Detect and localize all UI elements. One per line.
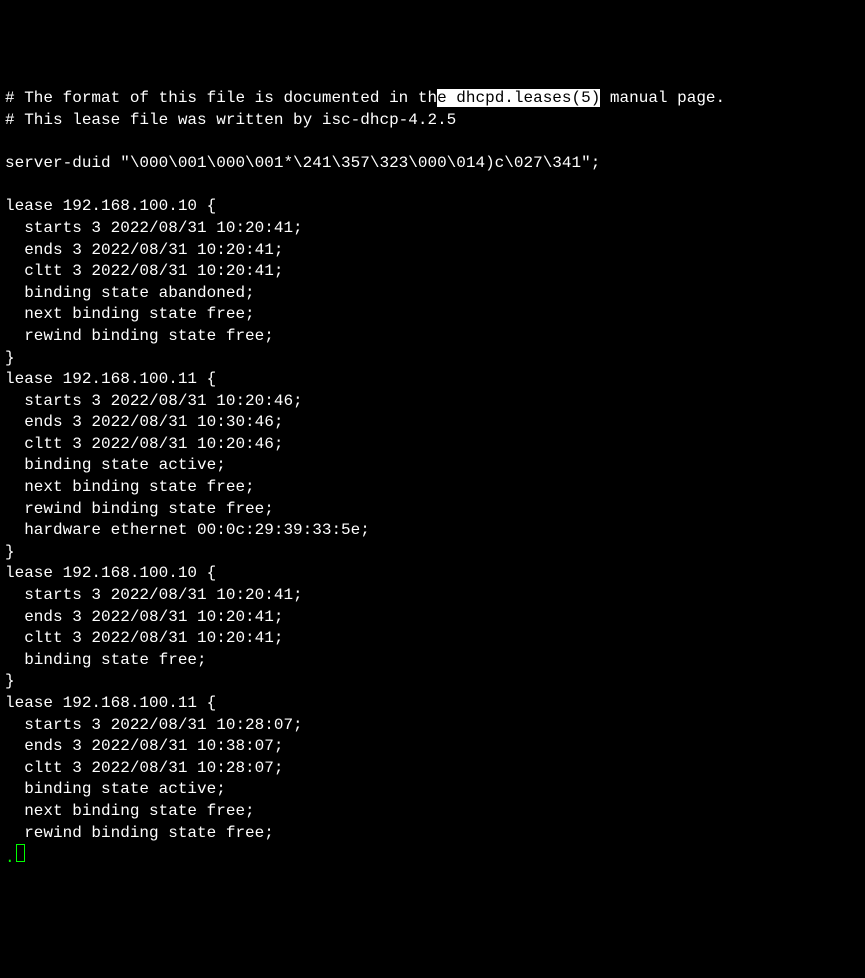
lease-block-header: lease 192.168.100.10 { [5,197,216,215]
selected-text: e dhcpd.leases(5) [437,89,600,107]
lease-cltt-line: cltt 3 2022/08/31 10:20:41; [5,262,283,280]
comment-line-1-suffix: manual page. [600,89,725,107]
lease-ends-line: ends 3 2022/08/31 10:38:07; [5,737,283,755]
lease-ends-line: ends 3 2022/08/31 10:30:46; [5,413,283,431]
lease-cltt-line: cltt 3 2022/08/31 10:28:07; [5,759,283,777]
terminal-output[interactable]: # The format of this file is documented … [5,88,860,869]
lease-binding-line: binding state abandoned; [5,284,255,302]
lease-cltt-line: cltt 3 2022/08/31 10:20:46; [5,435,283,453]
lease-ends-line: ends 3 2022/08/31 10:20:41; [5,608,283,626]
lease-block-close: } [5,543,15,561]
lease-cltt-line: cltt 3 2022/08/31 10:20:41; [5,629,283,647]
lease-next-binding-line: next binding state free; [5,802,255,820]
lease-starts-line: starts 3 2022/08/31 10:28:07; [5,716,303,734]
lease-starts-line: starts 3 2022/08/31 10:20:41; [5,586,303,604]
lease-next-binding-line: next binding state free; [5,305,255,323]
lease-block-close: } [5,672,15,690]
lease-starts-line: starts 3 2022/08/31 10:20:46; [5,392,303,410]
cursor-block-icon [16,844,25,862]
lease-block-close: } [5,349,15,367]
lease-rewind-binding-line: rewind binding state free; [5,824,274,842]
lease-block-header: lease 192.168.100.11 { [5,370,216,388]
lease-block-header: lease 192.168.100.10 { [5,564,216,582]
lease-next-binding-line: next binding state free; [5,478,255,496]
lease-starts-line: starts 3 2022/08/31 10:20:41; [5,219,303,237]
comment-line-2: # This lease file was written by isc-dhc… [5,111,456,129]
lease-block-header: lease 192.168.100.11 { [5,694,216,712]
comment-line-1-prefix: # The format of this file is documented … [5,89,437,107]
lease-rewind-binding-line: rewind binding state free; [5,327,274,345]
lease-ends-line: ends 3 2022/08/31 10:20:41; [5,241,283,259]
cursor-dot: . [5,849,15,867]
server-duid-line: server-duid "\000\001\000\001*\241\357\3… [5,154,600,172]
lease-binding-line: binding state active; [5,456,226,474]
lease-binding-line: binding state active; [5,780,226,798]
lease-rewind-binding-line: rewind binding state free; [5,500,274,518]
lease-binding-line: binding state free; [5,651,207,669]
lease-hardware-line: hardware ethernet 00:0c:29:39:33:5e; [5,521,370,539]
